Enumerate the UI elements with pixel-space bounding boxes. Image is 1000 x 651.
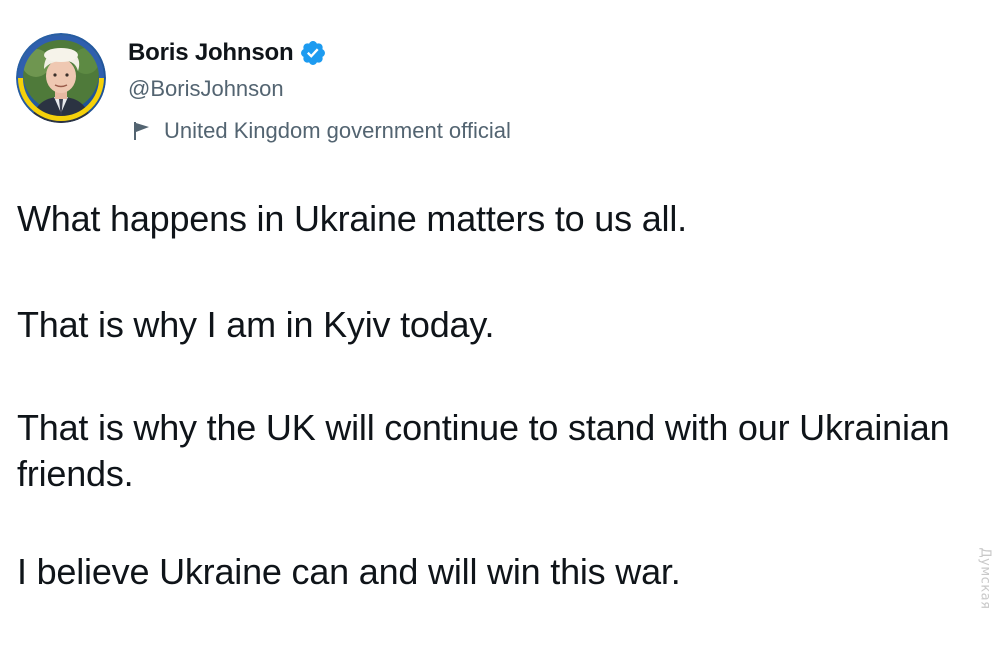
tweet-paragraph: What happens in Ukraine matters to us al…: [17, 198, 687, 239]
watermark-text: Думская: [977, 547, 993, 609]
tweet-paragraph: That is why I am in Kyiv today.: [17, 304, 495, 345]
government-label-text: United Kingdom government official: [164, 118, 511, 143]
author-info: Boris Johnson @BorisJohnson: [128, 36, 327, 102]
display-name[interactable]: Boris Johnson: [128, 39, 294, 67]
profile-avatar-image: [16, 33, 106, 123]
government-label[interactable]: United Kingdom government official: [132, 118, 511, 144]
tweet-card: Boris Johnson @BorisJohnson United Kingd…: [0, 0, 1000, 621]
tweet-paragraph: That is why the UK will continue to stan…: [17, 407, 950, 494]
avatar[interactable]: [16, 33, 106, 123]
verified-badge-icon: [299, 39, 327, 67]
flag-icon: [132, 121, 152, 141]
tweet-paragraph: I believe Ukraine can and will win this …: [17, 551, 681, 592]
watermark: Думская: [976, 538, 994, 618]
display-name-row: Boris Johnson: [128, 36, 327, 70]
tweet-text: What happens in Ukraine matters to us al…: [17, 196, 977, 651]
author-handle[interactable]: @BorisJohnson: [128, 76, 327, 102]
